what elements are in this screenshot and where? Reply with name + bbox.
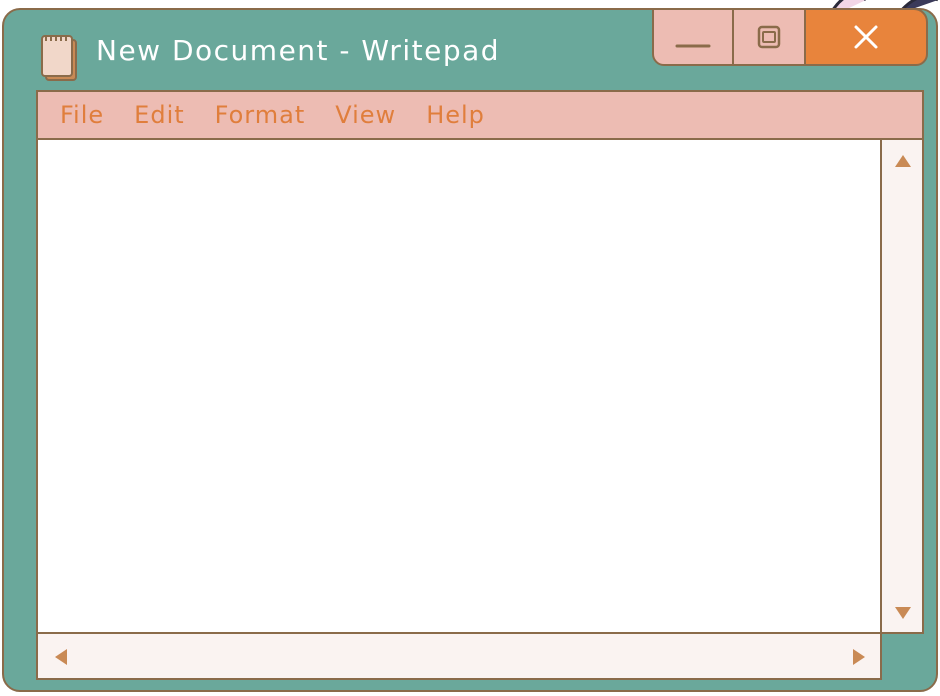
- text-editor-area[interactable]: [36, 138, 882, 634]
- title-bar[interactable]: New Document - Writepad: [4, 8, 936, 90]
- arrow-right-icon[interactable]: [852, 648, 866, 666]
- minimize-button[interactable]: [652, 8, 734, 66]
- menu-item-edit[interactable]: Edit: [134, 101, 184, 129]
- app-window: New Document - Writepad File Edit Format…: [2, 8, 938, 692]
- menu-item-format[interactable]: Format: [215, 101, 306, 129]
- notepad-icon: [41, 35, 77, 81]
- arrow-down-icon[interactable]: [894, 606, 912, 620]
- menu-bar: File Edit Format View Help: [36, 90, 924, 140]
- vertical-scrollbar[interactable]: [880, 138, 924, 634]
- window-title: New Document - Writepad: [96, 34, 501, 67]
- maximize-icon: [757, 25, 781, 49]
- page: New Document - Writepad File Edit Format…: [0, 0, 940, 696]
- menu-item-file[interactable]: File: [60, 101, 104, 129]
- horizontal-scrollbar[interactable]: [36, 632, 882, 680]
- close-icon: [854, 25, 878, 49]
- maximize-button[interactable]: [732, 8, 806, 66]
- minimize-icon: [675, 44, 711, 48]
- arrow-up-icon[interactable]: [894, 154, 912, 168]
- menu-item-help[interactable]: Help: [426, 101, 485, 129]
- close-button[interactable]: [804, 8, 928, 66]
- arrow-left-icon[interactable]: [54, 648, 68, 666]
- menu-item-view[interactable]: View: [335, 101, 396, 129]
